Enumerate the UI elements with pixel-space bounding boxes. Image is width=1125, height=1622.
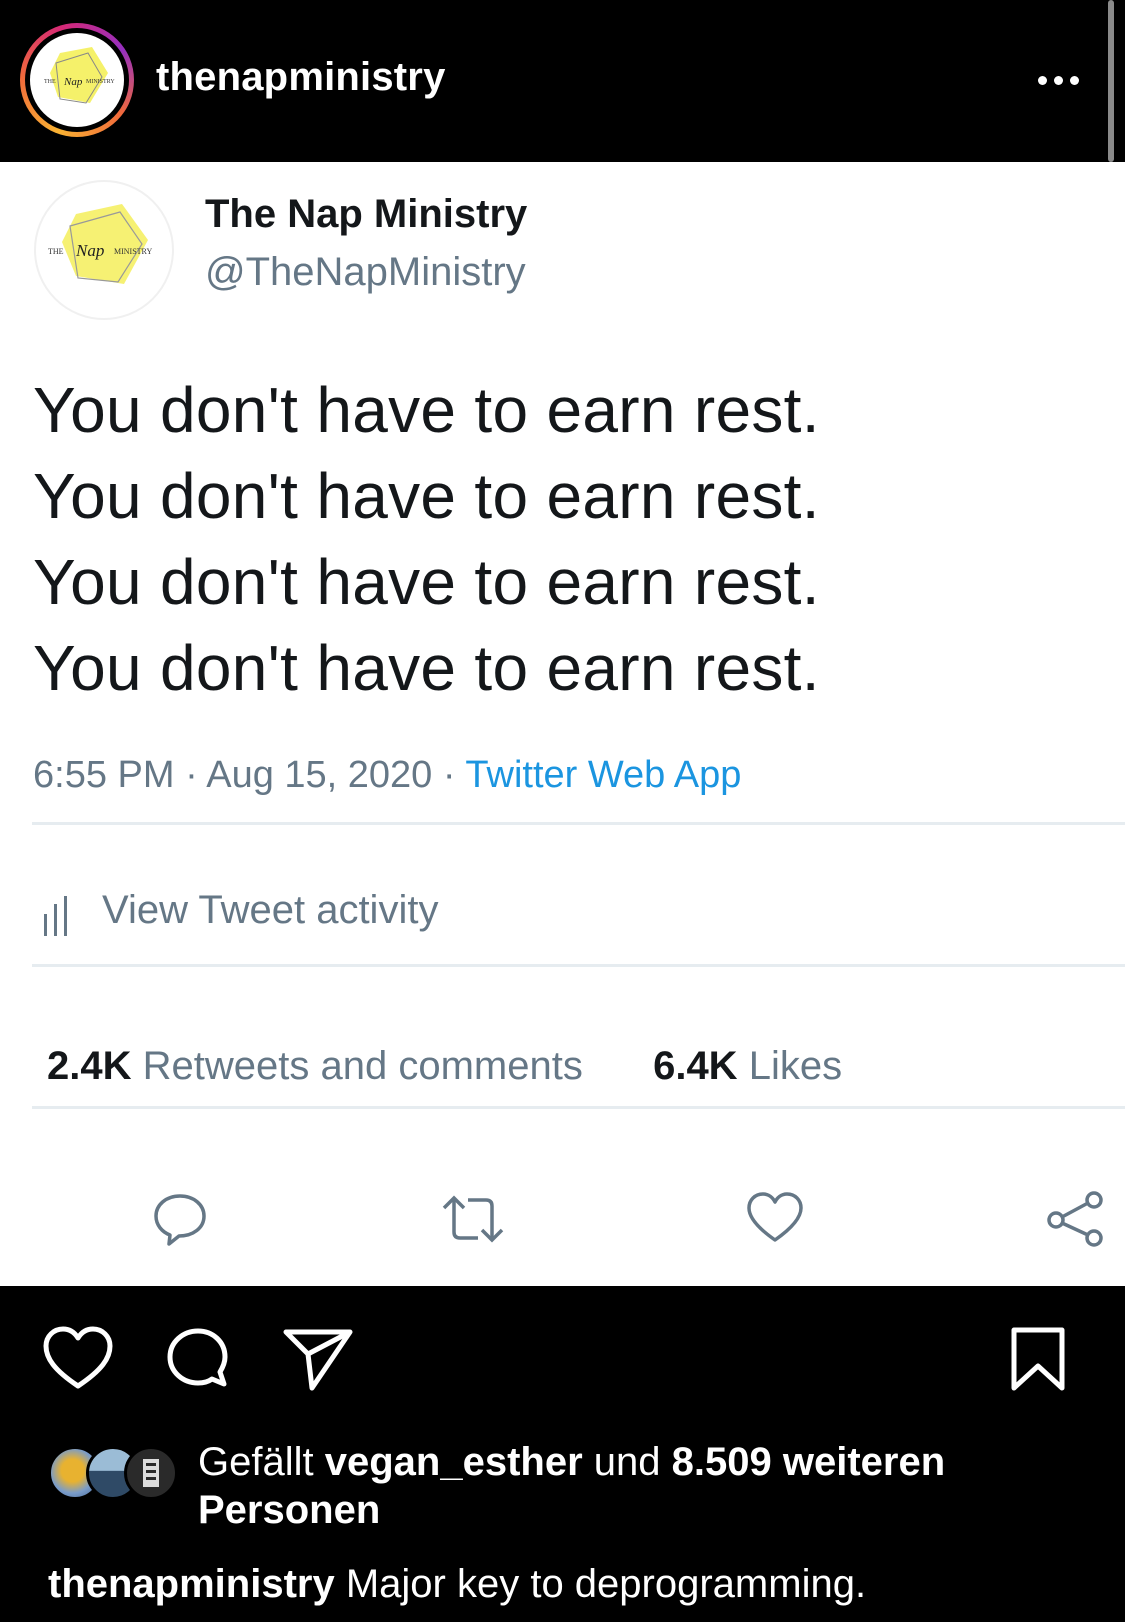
bar-chart-icon — [42, 896, 76, 936]
post-header: THE Nap MINISTRY thenapministry — [0, 0, 1125, 162]
like-heart-icon — [747, 1192, 803, 1242]
likes-text: Gefällt vegan_esther und 8.509 weiteren … — [198, 1438, 1068, 1534]
comment-bubble-icon[interactable] — [164, 1326, 232, 1394]
tweet-stats: 2.4K Retweets and comments 6.4K Likes — [47, 1044, 842, 1089]
likes-prefix: Gefällt — [198, 1440, 314, 1484]
tweet-text: You don't have to earn rest. You don't h… — [33, 367, 820, 711]
activity-label: View Tweet activity — [102, 888, 439, 932]
send-direct-icon[interactable] — [282, 1326, 354, 1394]
comment-icon — [154, 1194, 206, 1246]
tweet-display-name: The Nap Ministry — [205, 192, 528, 236]
retweet-icon — [442, 1195, 504, 1243]
post-username[interactable]: thenapministry — [156, 55, 446, 100]
share-icon — [1047, 1191, 1103, 1247]
svg-text:THE: THE — [48, 247, 64, 256]
bookmark-icon[interactable] — [1008, 1326, 1068, 1394]
divider — [32, 1106, 1125, 1109]
scrollbar — [1108, 0, 1114, 162]
post-caption: thenapministry Major key to deprogrammin… — [48, 1562, 866, 1607]
likes-label: Likes — [748, 1044, 843, 1088]
divider — [32, 822, 1125, 825]
tweet-avatar: THE Nap MINISTRY — [34, 180, 174, 320]
tweet-line: You don't have to earn rest. — [33, 460, 820, 532]
separator: · — [432, 754, 466, 796]
nap-ministry-logo-icon: THE Nap MINISTRY — [48, 204, 152, 284]
tweet-line: You don't have to earn rest. — [33, 546, 820, 618]
svg-text:MINISTRY: MINISTRY — [114, 247, 152, 256]
likes-count: 6.4K — [653, 1044, 738, 1088]
avatar-logo-icon — [143, 1459, 159, 1487]
likes-suffix[interactable]: Personen — [198, 1488, 380, 1532]
tweet-line: You don't have to earn rest. — [33, 374, 820, 446]
retweets-count: 2.4K — [47, 1044, 132, 1088]
more-horizontal-icon[interactable] — [1030, 62, 1090, 98]
liker-avatars — [48, 1446, 183, 1500]
liker-username[interactable]: vegan_esther — [325, 1440, 583, 1484]
tweet-time: 6:55 PM — [33, 754, 175, 796]
svg-text:THE: THE — [44, 79, 56, 85]
story-ring[interactable]: THE Nap MINISTRY — [20, 23, 134, 137]
heart-icon[interactable] — [42, 1326, 114, 1392]
svg-text:Nap: Nap — [75, 241, 104, 260]
tweet-handle: @TheNapMinistry — [205, 250, 526, 294]
avatar — [124, 1446, 178, 1500]
tweet-source: Twitter Web App — [465, 754, 742, 796]
caption-username[interactable]: thenapministry — [48, 1562, 335, 1606]
caption-text: Major key to deprogramming. — [345, 1562, 867, 1606]
separator: · — [174, 754, 207, 796]
nap-ministry-logo-icon: THE Nap MINISTRY — [44, 47, 115, 104]
tweet-line: You don't have to earn rest. — [33, 632, 820, 704]
divider — [32, 964, 1125, 967]
tweet-image[interactable]: THE Nap MINISTRY The Nap Ministry @TheNa… — [0, 162, 1125, 1286]
likes-middle: und — [593, 1440, 661, 1484]
profile-avatar[interactable]: THE Nap MINISTRY — [30, 33, 124, 127]
retweets-label: Retweets and comments — [142, 1044, 583, 1088]
tweet-meta: 6:55 PM · Aug 15, 2020 · Twitter Web App — [33, 754, 741, 797]
tweet-date: Aug 15, 2020 — [206, 754, 433, 796]
svg-text:Nap: Nap — [63, 76, 83, 88]
svg-text:MINISTRY: MINISTRY — [86, 79, 115, 85]
likes-count[interactable]: 8.509 weiteren — [672, 1440, 946, 1484]
